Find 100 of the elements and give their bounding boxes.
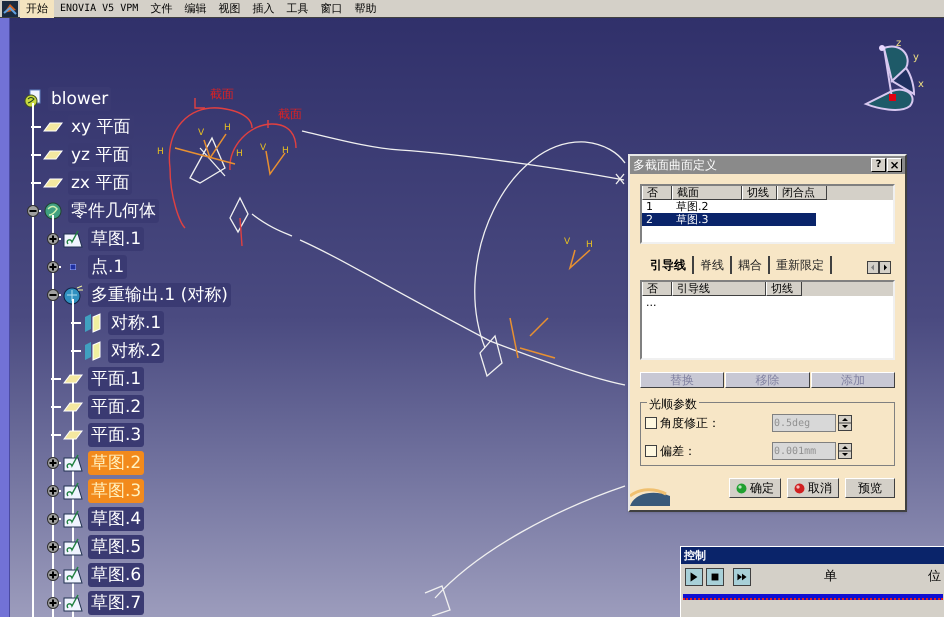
status-dot-icon [794, 482, 805, 494]
expand-toggle[interactable] [47, 233, 59, 245]
tab[interactable]: 重新限定 [770, 256, 832, 274]
menu-item[interactable]: 编辑 [178, 0, 212, 18]
status-dot-icon [736, 482, 747, 494]
app-logo-icon[interactable] [2, 0, 18, 16]
menu-item[interactable]: 开始 [20, 0, 54, 18]
sketch-icon [63, 230, 83, 248]
tree-item[interactable]: 草图.4 [88, 507, 144, 531]
column-header[interactable]: 闭合点 [777, 186, 827, 200]
table-row[interactable]: 2 草图.3 [642, 213, 816, 226]
viewport-label: H [586, 240, 593, 250]
viewport-label: 截面 [278, 107, 302, 121]
tree-item[interactable]: 对称.2 [108, 339, 164, 363]
sketch-icon [63, 482, 83, 500]
group-title: 光顺参数 [647, 395, 699, 413]
column-header[interactable]: 引导线 [672, 282, 766, 296]
play-icon[interactable] [685, 568, 703, 586]
table-cell-text: 草图.2 [675, 200, 710, 213]
tree-item[interactable]: 草图.1 [88, 227, 144, 251]
spinner-icon[interactable] [838, 443, 852, 459]
sketch-icon [63, 454, 83, 472]
expand-toggle[interactable] [47, 541, 59, 553]
tree-item[interactable]: 草图.7 [88, 591, 144, 615]
close-button[interactable]: × [887, 158, 902, 172]
viewport-label: V [198, 128, 204, 138]
plane-icon [43, 178, 63, 188]
menu-item[interactable]: ENOVIA V5 VPM [54, 0, 144, 18]
expand-toggle[interactable] [27, 205, 39, 217]
tree-item[interactable]: 草图.6 [88, 563, 144, 587]
column-header[interactable]: 切线 [766, 282, 802, 296]
option-label: 角度修正： [660, 415, 721, 432]
viewport-label: H [157, 147, 164, 157]
sketch-icon [63, 594, 83, 612]
tree-item[interactable]: 对称.1 [108, 311, 164, 335]
viewport-label: V [564, 237, 570, 247]
viewport-label: V [260, 143, 266, 153]
tab[interactable]: 脊线 [694, 256, 732, 274]
tree-item[interactable]: 平面.1 [88, 367, 144, 391]
expand-toggle[interactable] [47, 569, 59, 581]
symmetry-icon [84, 313, 102, 333]
help-button[interactable]: ? [871, 158, 886, 172]
menu-item[interactable]: 插入 [246, 0, 280, 18]
compass-drawing: z y x [856, 36, 926, 116]
plane-icon [43, 150, 63, 160]
tree-item[interactable]: 草图.5 [88, 535, 144, 559]
viewport-label: 截面 [210, 87, 234, 101]
tree-item[interactable]: 多重输出.1 (对称) [88, 283, 231, 307]
panel-label: 位 [928, 568, 941, 586]
tab[interactable]: 耦合 [732, 256, 770, 274]
expand-toggle[interactable] [47, 485, 59, 497]
column-header[interactable]: 截面 [672, 186, 742, 200]
table-cell-text: ... [645, 296, 658, 309]
tab[interactable]: 引导线 [644, 256, 694, 274]
column-header[interactable]: 切线 [742, 186, 777, 200]
tree-item[interactable]: 平面.2 [88, 395, 144, 419]
sketch-icon [63, 566, 83, 584]
menu-item[interactable]: 窗口 [314, 0, 348, 18]
expand-toggle[interactable] [47, 261, 59, 273]
scroll-right-button[interactable] [879, 261, 891, 274]
table-cell-text: 草图.3 [675, 213, 710, 226]
multi-output-icon [62, 285, 84, 305]
panel-label: 单 [824, 568, 837, 586]
panel-title: 控制 [684, 549, 706, 562]
expand-toggle[interactable] [47, 457, 59, 469]
table-cell-text: 2 [645, 213, 654, 226]
menu-item[interactable]: 文件 [144, 0, 178, 18]
tree-item[interactable]: 零件几何体 [68, 199, 159, 223]
expand-toggle[interactable] [47, 597, 59, 609]
tree-item[interactable]: zx 平面 [68, 171, 132, 195]
part-icon [23, 89, 43, 109]
expand-toggle[interactable] [47, 289, 59, 301]
stop-icon[interactable] [706, 568, 724, 586]
sketch-icon [63, 538, 83, 556]
plane-icon [43, 122, 63, 132]
viewport-label: H [282, 146, 289, 156]
fast-forward-icon[interactable] [733, 568, 751, 586]
body-icon [43, 201, 63, 221]
table-row[interactable]: 1 草图.2 [642, 200, 893, 213]
table-cell-text: 1 [645, 200, 654, 213]
scroll-left-button[interactable] [867, 261, 879, 274]
dialog-button[interactable]: 确定 [729, 478, 781, 498]
tree-item[interactable]: 平面.3 [88, 423, 144, 447]
menu-item[interactable]: 帮助 [348, 0, 382, 18]
spinner-icon[interactable] [838, 415, 852, 431]
tree-item[interactable]: 点.1 [88, 255, 128, 279]
menu-item[interactable]: 工具 [280, 0, 314, 18]
viewport-label: H [236, 149, 243, 159]
expand-toggle[interactable] [47, 513, 59, 525]
sketch-icon [63, 510, 83, 528]
viewport-label: H [224, 123, 231, 133]
point-icon [70, 264, 76, 270]
symmetry-icon [84, 341, 102, 361]
menu-item[interactable]: 视图 [212, 0, 246, 18]
option-label: 偏差： [660, 443, 697, 460]
column-header[interactable]: 否 [642, 186, 672, 200]
dialog-title: 多截面曲面定义 [633, 157, 718, 174]
dialog-button[interactable]: 取消 [787, 478, 839, 498]
column-header[interactable]: 否 [642, 282, 672, 296]
dialog-button[interactable]: 预览 [845, 478, 895, 498]
